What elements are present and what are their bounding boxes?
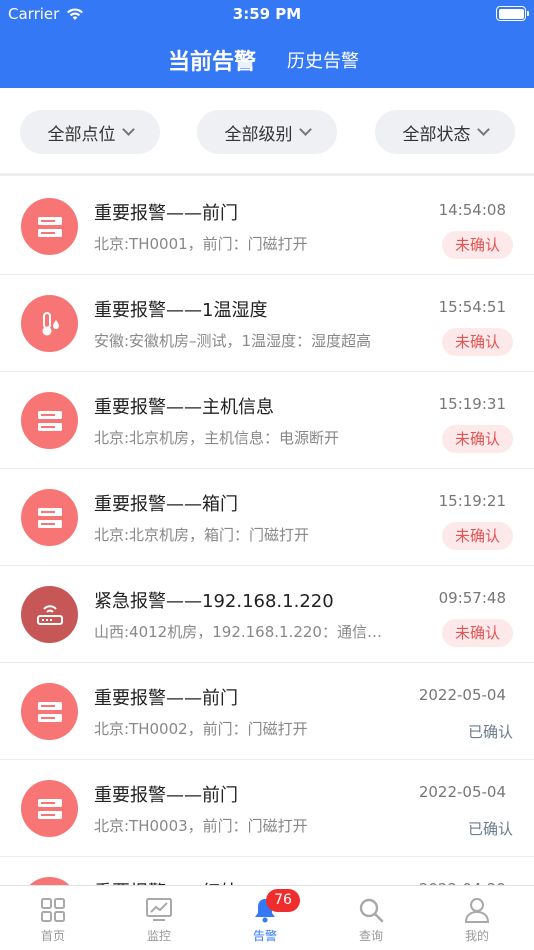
alarm-item[interactable]: 重要报警——红外82022-04-29 — [0, 858, 534, 885]
filter-location-dropdown[interactable]: 全部点位 — [20, 110, 160, 154]
alarm-item[interactable]: 重要报警——前门 14:54:08 北京:TH0001，前门：门磁打开 未确认 — [0, 179, 534, 275]
alarm-title: 重要报警——前门 — [94, 203, 238, 224]
alarm-list[interactable]: 重要报警——前门 14:54:08 北京:TH0001，前门：门磁打开 未确认 重要报警… — [0, 179, 534, 885]
tab-current-alarms[interactable]: 当前告警 — [168, 44, 256, 76]
tab-profile[interactable]: 我的 — [424, 886, 530, 950]
filter-label: 全部状态 — [402, 124, 471, 145]
alarm-title: 重要报警——前门 — [94, 688, 238, 709]
tab-label: 查询 — [358, 929, 383, 943]
alarm-time: 15:19:31 — [438, 395, 506, 413]
filter-level-dropdown[interactable]: 全部级别 — [197, 110, 337, 154]
alarm-description: 北京:TH0003，前门：门磁打开 — [94, 817, 308, 835]
alarm-item[interactable]: 重要报警——1温湿度 15:54:51 安徽:安徽机房–测试，1温湿度：湿度超高 未确… — [0, 276, 534, 372]
app-header: Carrier 3:59 PM 当前告警 历史告警 — [0, 0, 534, 88]
status-bar: Carrier 3:59 PM — [0, 0, 534, 28]
alarm-status-badge: 未确认 — [441, 619, 513, 647]
tab-label: 我的 — [464, 929, 489, 943]
chevron-down-icon — [121, 122, 135, 136]
filter-label: 全部点位 — [47, 124, 116, 145]
alarm-time: 15:54:51 — [438, 298, 506, 316]
chevron-down-icon — [476, 122, 490, 136]
tab-label: 监控 — [146, 929, 171, 943]
monitor-icon — [146, 898, 172, 921]
tab-label: 首页 — [40, 929, 65, 943]
alarm-description: 北京:TH0002，前门：门磁打开 — [94, 720, 308, 738]
grid-icon — [41, 898, 65, 922]
filter-bar: 全部点位 全部级别 全部状态 — [0, 88, 534, 176]
alarm-description: 北京:北京机房，主机信息：电源断开 — [94, 429, 340, 447]
filter-label: 全部级别 — [224, 124, 293, 145]
alarm-item[interactable]: 重要报警——前门 2022-05-04 北京:TH0003，前门：门磁打开 已确认 — [0, 761, 534, 857]
server-icon — [21, 489, 78, 546]
alarm-time: 2022-05-04 — [418, 783, 506, 801]
alarm-title: 重要报警——红外8 — [94, 878, 249, 885]
tab-monitor[interactable]: 监控 — [106, 886, 212, 950]
battery-icon — [496, 6, 529, 21]
alarm-item[interactable]: 重要报警——前门 2022-05-04 北京:TH0002，前门：门磁打开 已确认 — [0, 664, 534, 760]
alarm-item[interactable]: 重要报警——箱门 15:19:21 北京:北京机房，箱门：门磁打开 未确认 — [0, 470, 534, 566]
user-icon — [464, 898, 490, 923]
tab-query[interactable]: 查询 — [318, 886, 424, 950]
alarm-status-badge: 未确认 — [441, 425, 513, 453]
server-icon — [21, 780, 78, 837]
alarm-item[interactable]: 重要报警——主机信息 15:19:31 北京:北京机房，主机信息：电源断开 未确认 — [0, 373, 534, 469]
server-icon — [21, 683, 78, 740]
alarm-title: 重要报警——主机信息 — [94, 397, 274, 418]
alarm-title: 紧急报警——192.168.1.220 — [94, 591, 334, 612]
search-icon — [359, 898, 384, 923]
tab-home[interactable]: 首页 — [0, 886, 106, 950]
server-icon — [21, 877, 78, 885]
alarm-description: 山西:4012机房，192.168.1.220：通信中断 — [94, 623, 394, 641]
clock: 3:59 PM — [232, 5, 302, 23]
alarm-description: 北京:TH0001，前门：门磁打开 — [94, 235, 308, 253]
server-icon — [21, 392, 78, 449]
alarm-title: 重要报警——1温湿度 — [94, 300, 268, 321]
alarm-title: 重要报警——箱门 — [94, 494, 238, 515]
alarm-time: 14:54:08 — [438, 201, 506, 219]
alarm-title: 重要报警——前门 — [94, 785, 238, 806]
alarm-time: 09:57:48 — [438, 589, 506, 607]
tab-alarms[interactable]: 告警 — [212, 886, 318, 950]
server-icon — [21, 198, 78, 255]
chevron-down-icon — [298, 122, 312, 136]
alarm-status-badge: 未确认 — [441, 522, 513, 550]
alarm-status-badge: 已确认 — [467, 820, 513, 838]
alarm-description: 安徽:安徽机房–测试，1温湿度：湿度超高 — [94, 332, 372, 350]
filter-status-dropdown[interactable]: 全部状态 — [375, 110, 515, 154]
tab-history-alarms[interactable]: 历史告警 — [287, 47, 359, 73]
alarm-status-badge: 未确认 — [441, 231, 513, 259]
thermometer-icon — [21, 295, 78, 352]
alarm-item[interactable]: 紧急报警——192.168.1.220 09:57:48 山西:4012机房，192… — [0, 567, 534, 663]
alarm-description: 北京:北京机房，箱门：门磁打开 — [94, 526, 310, 544]
tab-label: 告警 — [252, 929, 277, 943]
alarm-status-badge: 已确认 — [467, 723, 513, 741]
alarm-time: 2022-05-04 — [418, 686, 506, 704]
alarm-time: 15:19:21 — [438, 492, 506, 510]
alarm-status-badge: 未确认 — [441, 328, 513, 356]
alarm-count-badge: 76 — [266, 889, 300, 912]
router-icon — [21, 586, 78, 643]
